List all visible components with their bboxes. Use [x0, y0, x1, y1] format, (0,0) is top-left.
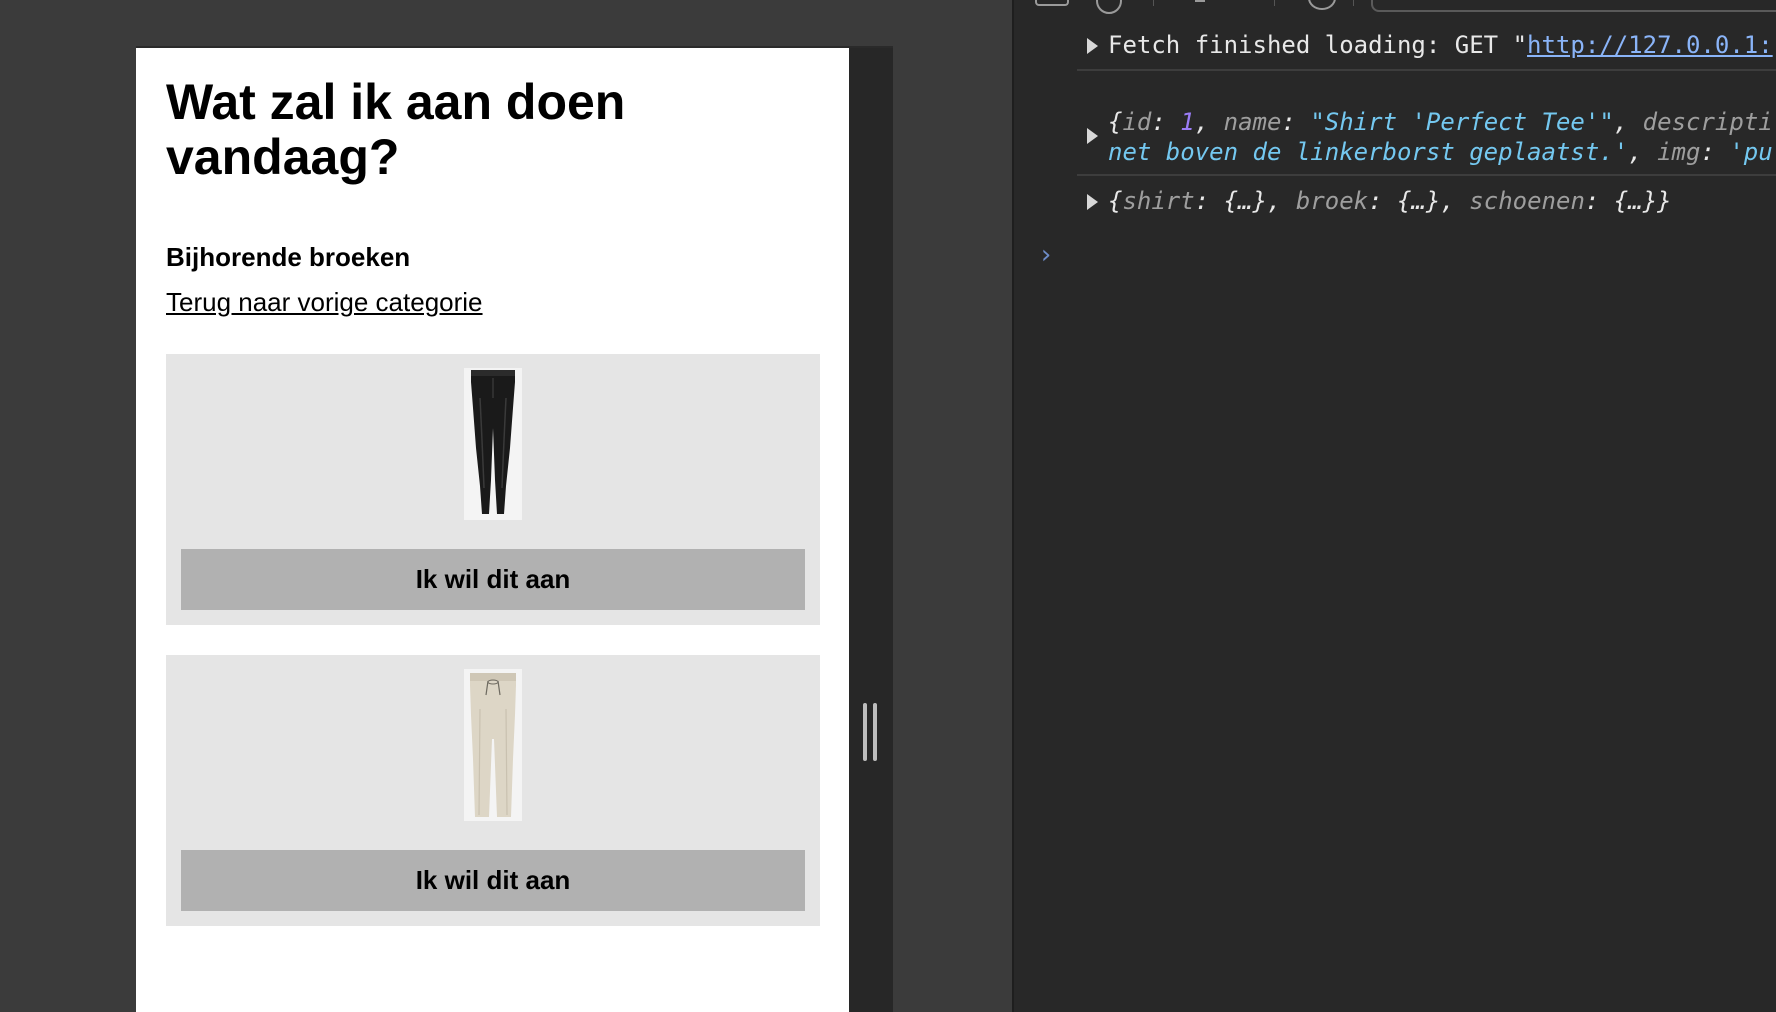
console-prompt-icon[interactable]: ›	[1038, 240, 1054, 270]
row-separator	[1077, 174, 1776, 176]
toolbar-separator	[1274, 0, 1275, 6]
device-gutter	[849, 48, 893, 1012]
console-object-product-cont: net boven de linkerborst geplaatst.', im…	[1108, 138, 1773, 166]
row-separator	[1077, 69, 1776, 71]
toolbar-separator	[1153, 0, 1154, 6]
wear-this-button[interactable]: Ik wil dit aan	[181, 549, 805, 610]
console-object-outfit[interactable]: {shirt: {…}, broek: {…}, schoenen: {…}}	[1108, 186, 1672, 216]
clear-console-icon[interactable]	[1096, 0, 1122, 14]
device-page: Wat zal ik aan doen vandaag? Bijhorende …	[136, 48, 849, 1012]
expand-arrow-icon[interactable]	[1087, 38, 1098, 54]
context-selector[interactable]	[1195, 0, 1205, 2]
fetch-url-link[interactable]: http://127.0.0.1:	[1527, 31, 1773, 59]
back-link[interactable]: Terug naar vorige categorie	[166, 287, 483, 318]
live-expression-icon[interactable]	[1308, 0, 1336, 10]
resize-handle[interactable]	[863, 703, 877, 761]
expand-arrow-icon[interactable]	[1087, 128, 1098, 144]
section-title: Bijhorende broeken	[166, 242, 411, 272]
device-viewport-area: Wat zal ik aan doen vandaag? Bijhorende …	[0, 0, 1014, 1012]
product-card: Ik wil dit aan	[166, 655, 820, 926]
sidebar-toggle-icon[interactable]	[1035, 0, 1069, 6]
product-image-beige-trousers	[464, 669, 522, 821]
console-message-fetch: Fetch finished loading: GET "http://127.…	[1108, 31, 1773, 59]
toolbar-separator	[1353, 0, 1354, 6]
filter-input[interactable]	[1371, 0, 1776, 12]
wear-this-button[interactable]: Ik wil dit aan	[181, 850, 805, 911]
product-card: Ik wil dit aan	[166, 354, 820, 625]
devtools-console-panel: Fetch finished loading: GET "http://127.…	[1014, 0, 1776, 1012]
product-image-black-trousers	[464, 368, 522, 520]
expand-arrow-icon[interactable]	[1087, 194, 1098, 210]
console-object-product[interactable]: {id: 1, name: "Shirt 'Perfect Tee'", des…	[1108, 107, 1773, 137]
page-title: Wat zal ik aan doen vandaag?	[166, 74, 626, 185]
